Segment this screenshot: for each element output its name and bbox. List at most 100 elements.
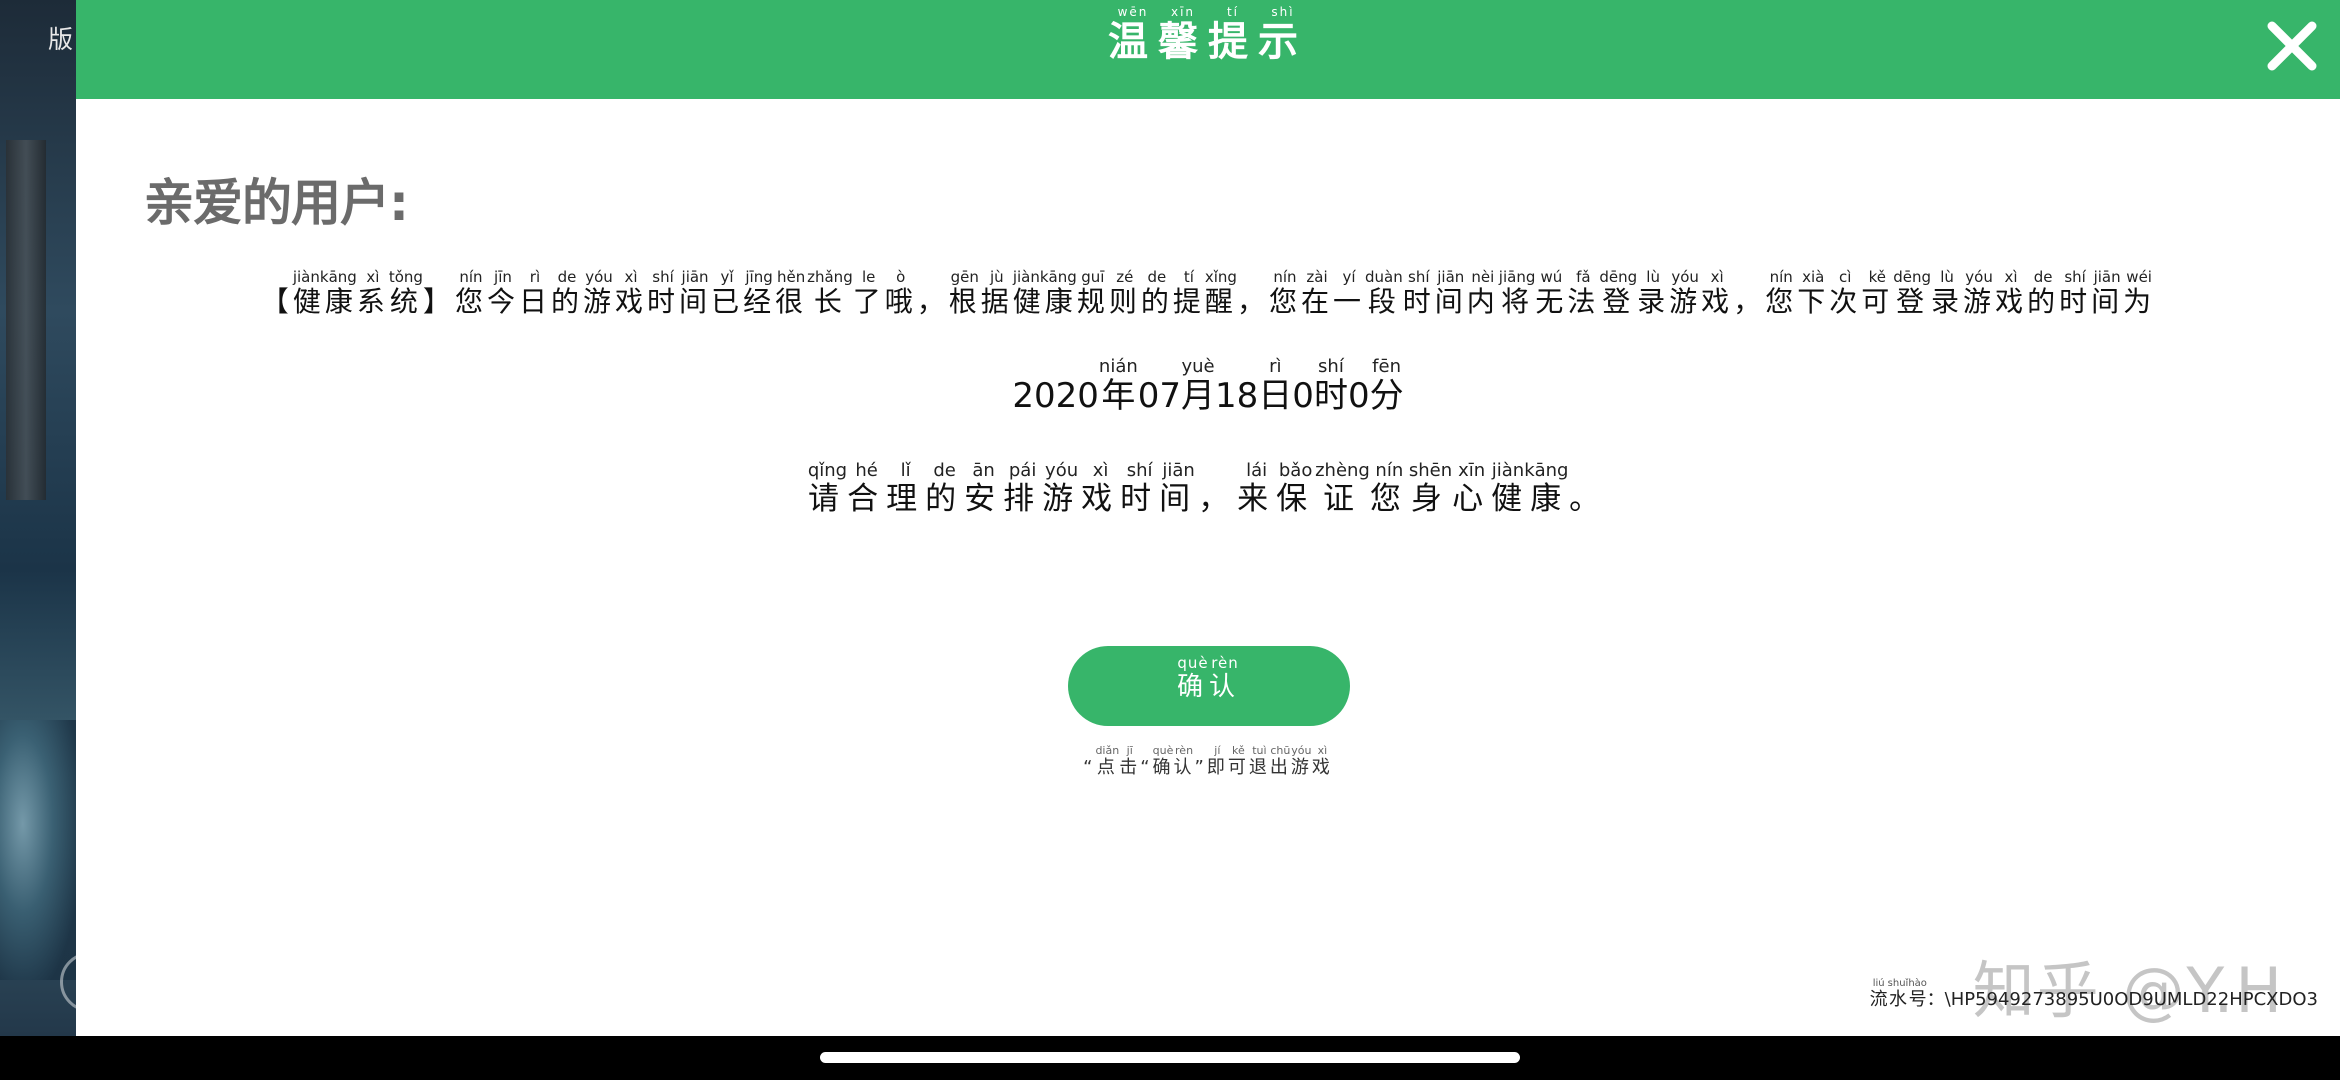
pinyin-char: 戏xì [1081,460,1121,517]
hanzi: 确 [1176,672,1209,702]
pinyin-char: ， [1198,481,1237,517]
hanzi: 戏 [1081,481,1121,517]
pinyin-char: 已yǐ [711,268,744,318]
pinyin: nín [1369,460,1409,481]
pinyin-char: 游yóu [1042,460,1081,517]
pinyin-char: 认rèn [1209,654,1241,702]
pinyin-char: 排pái [1003,460,1042,517]
pinyin-char: 游yóu [1669,268,1701,318]
pinyin: jiāng [1498,268,1536,286]
pinyin: nèi [1466,268,1499,286]
serial-number: 流liú水shuǐ号hào：\HP5949273895U0OD9UMLD22HP… [1870,978,2318,1011]
pinyin-char: 出chū [1270,744,1291,778]
pinyin-char: 温wēn [1108,5,1158,65]
hanzi: 日 [518,285,551,318]
pinyin: nín [454,268,487,286]
game-background [0,0,76,1036]
hanzi: 段 [1365,285,1403,318]
pinyin-char: 您nín [455,268,487,318]
pinyin-char: 的de [1141,268,1173,318]
hanzi: 时 [2059,285,2092,318]
pinyin: dēng [1599,268,1638,286]
pinyin: zhèng [1315,460,1370,481]
hanzi: 时 [647,285,680,318]
confirm-button[interactable]: 确què认rèn [1068,646,1350,726]
hanzi: 您 [1369,481,1409,517]
hanzi: ， [916,285,949,318]
hanzi: 间 [679,285,712,318]
pinyin-char: 将jiāng [1499,268,1536,318]
hanzi: 您 [1268,285,1301,318]
close-button[interactable] [2264,18,2320,74]
hanzi: 无 [1535,285,1568,318]
pinyin-char: 游yóu [1291,744,1312,778]
hanzi: 证 [1315,481,1370,517]
hanzi: 时 [1402,285,1435,318]
pinyin-char: 经jīng [743,268,775,318]
dialog-header: 温wēn馨xīn提tí示shì [76,0,2340,99]
home-indicator-bar[interactable] [820,1052,1520,1063]
pinyin-char: 确què [1153,744,1174,778]
pinyin-char: 认rèn [1174,744,1195,778]
pinyin-char: 理lǐ [886,460,925,517]
close-icon [2267,21,2317,71]
pinyin-char: 确què [1176,654,1209,702]
hanzi: 登 [1893,285,1932,318]
hanzi: 请 [807,481,848,517]
hanzi: 戏 [1701,285,1734,318]
pinyin-char: 心xīn [1452,460,1492,517]
pinyin-char: 录lù [1931,268,1963,318]
pinyin-char: 则zé [1109,268,1141,318]
pinyin: ò [884,268,917,286]
pinyin-char: 的de [2027,268,2059,318]
pinyin: zài [1300,268,1333,286]
pinyin: yóu [1042,460,1082,481]
pinyin-char: 水shuǐ [1888,978,1909,1010]
pinyin: jù [980,268,1013,286]
pinyin: xīn [1452,460,1492,481]
pinyin: de [925,460,965,481]
hanzi: 心 [1452,481,1492,517]
pinyin-char: 游yóu [583,268,615,318]
hanzi: ” [1194,757,1207,778]
pinyin: guī [1076,268,1109,286]
pinyin: yóu [1669,268,1702,286]
pinyin: shēn [1408,460,1453,481]
pinyin: què [1176,654,1209,672]
pinyin: shì [1258,5,1308,19]
hanzi: 已 [711,285,744,318]
hanzi: 18 [1215,376,1259,416]
pinyin [1292,356,1314,377]
pinyin-char: 一yí [1333,268,1365,318]
pinyin-char: 0 [1348,376,1370,416]
pinyin-char: 示shì [1258,5,1308,65]
pinyin: duàn [1365,268,1403,286]
hanzi: 馨 [1158,19,1208,65]
pinyin: yǐ [711,268,744,286]
pinyin: xì [1995,268,2028,286]
pinyin-char: 登dēng [1893,268,1932,318]
pinyin-char: ” [1195,757,1207,778]
pinyin-char: 时shí [1314,356,1348,416]
pinyin-char: 来lái [1237,460,1276,517]
pinyin-char: 戏xì [1311,744,1333,778]
pinyin-char: ， [1733,285,1765,318]
hanzi: 下 [1797,285,1830,318]
hanzi: 戏 [1995,285,2028,318]
hanzi: 据 [980,285,1013,318]
hanzi: 的 [550,285,583,318]
pinyin [1237,268,1269,286]
hanzi: 身 [1408,481,1453,517]
hanzi: 号 [1908,989,1927,1010]
hanzi: 戏 [1311,757,1333,778]
pinyin: zé [1108,268,1141,286]
pinyin: xīn [1158,5,1208,19]
pinyin-char: 月yuè [1181,356,1215,416]
hanzi: 规 [1076,285,1109,318]
pinyin: shí [1313,356,1348,377]
pinyin: wēn [1108,5,1158,19]
hanzi: ， [1733,285,1766,318]
pinyin [261,268,293,286]
pinyin: hào [1908,978,1927,989]
pinyin: xì [615,268,648,286]
